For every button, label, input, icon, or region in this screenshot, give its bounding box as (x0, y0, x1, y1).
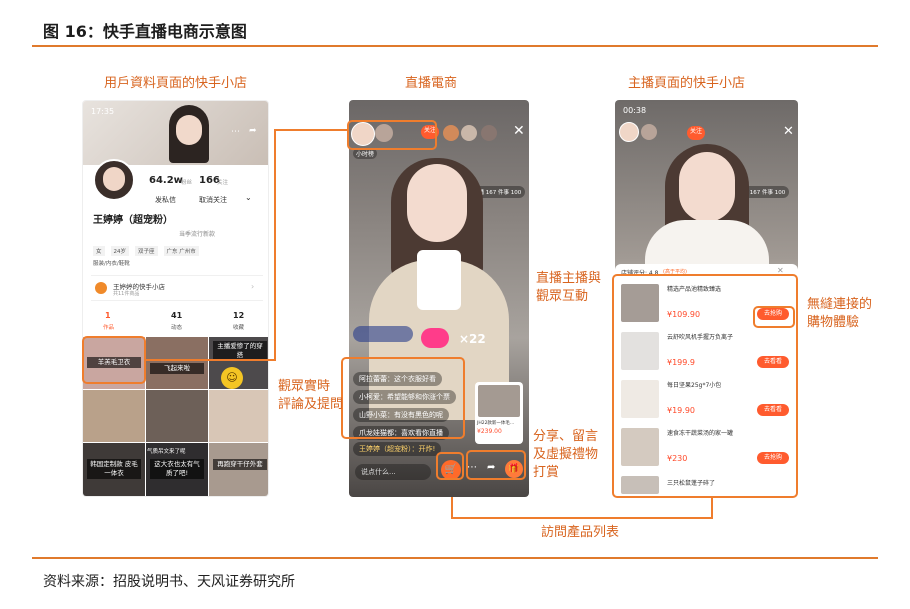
tab-works-label[interactable]: 作品 (103, 323, 114, 331)
tab-moments-count[interactable]: 41 (171, 311, 182, 320)
viewer-avatar[interactable] (461, 125, 477, 141)
tab-moments-label[interactable]: 动态 (171, 323, 182, 331)
highlight-box-host (347, 120, 437, 150)
gift-banner (353, 326, 413, 342)
tab-favs-count[interactable]: 12 (233, 311, 244, 320)
annotation-share: 分享、留言 及虛擬禮物 打賞 (533, 428, 598, 482)
message-button[interactable]: 发私信 (155, 195, 176, 205)
left-phone-screenshot: 17:35 ⋯ ➦ 64.2w 粉丝 166 关注 发私信 取消关注 ⌄ 王婷婷… (82, 100, 269, 497)
tab-favs-label[interactable]: 收藏 (233, 323, 244, 331)
viewer-avatar[interactable] (481, 125, 497, 141)
figure-title: 图 16：快手直播电商示意图 (43, 22, 247, 41)
host-avatar[interactable] (619, 122, 639, 142)
grid-video-caption: 这大衣也太有气质了吧! (150, 459, 204, 479)
product-card[interactable]: JH22款新一体毛... ¥239.00 (475, 382, 523, 444)
tag-sign: 双子座 (135, 246, 158, 256)
grid-video-caption: 韩国定制款 皮毛一体衣 (87, 459, 141, 479)
source-note: 资料来源：招股说明书、天风证券研究所 (43, 574, 295, 590)
grid-video-caption: 主播爱惨了的穿搭 (213, 341, 267, 361)
annotation-line: 觀眾實時 (278, 379, 331, 394)
profile-cover: 17:35 ⋯ ➦ (83, 101, 268, 165)
grid-caption-extra: 气质吊文来了呢 (147, 449, 186, 455)
annotation-line: 觀眾互動 (536, 289, 589, 304)
heart-icon (421, 328, 449, 348)
followers-count: 64.2w (149, 175, 183, 186)
shop-sub: 共11件商品 (113, 291, 140, 297)
annotation-line: 分享、留言 (533, 429, 599, 444)
status-time: 17:35 (91, 107, 115, 116)
profile-tags: 女 24岁 双子座 广东 广州市 (93, 246, 199, 256)
cover-face (176, 115, 202, 145)
chevron-right-icon: › (251, 282, 255, 291)
viewer-avatar[interactable] (641, 124, 657, 140)
product-name: JH22款新一体毛... (477, 421, 515, 426)
host-sweater (417, 250, 461, 310)
close-icon[interactable]: ✕ (783, 124, 794, 139)
grid-video[interactable]: 韩国定制款 皮毛一体衣 (83, 443, 145, 496)
annotation-visit-list: 訪問產品列表 (541, 525, 620, 540)
grid-video-caption: 再跑穿干仔外套 (213, 459, 267, 470)
annotation-seamless: 無縫連接的 購物體驗 (807, 296, 872, 332)
status-time: 00:38 (623, 106, 647, 115)
unfollow-button[interactable]: 取消关注 (199, 195, 227, 205)
host-face (679, 152, 735, 222)
tab-works-count[interactable]: 1 (105, 311, 111, 320)
tag-category: 服装/内衣/鞋靴 (93, 261, 130, 267)
header-rule (32, 45, 878, 47)
highlight-box-share (466, 450, 526, 480)
tag-age: 24岁 (110, 246, 130, 256)
annotation-line: 購物體驗 (807, 315, 860, 330)
grid-video[interactable] (146, 390, 208, 442)
footer-rule (32, 557, 878, 559)
annotation-line: 直播主播與 (536, 271, 602, 286)
highlight-box-cart (436, 452, 464, 480)
follow-button[interactable]: 关注 (687, 126, 705, 140)
close-icon[interactable]: ✕ (513, 123, 525, 139)
grid-video[interactable]: 飞起来啦 (146, 337, 208, 389)
more-icon[interactable]: ⋯ (231, 127, 240, 137)
product-price: ¥239.00 (477, 428, 502, 435)
profile-tabs: 1 作品 41 动态 12 收藏 (83, 309, 268, 335)
viewer-avatar[interactable] (443, 125, 459, 141)
shop-icon (95, 282, 107, 294)
smiley-icon: ☺ (221, 367, 243, 389)
caption-middle: 直播電商 (405, 76, 458, 91)
host-comment: 王婷婷（超宠粉）：开炸! (353, 442, 442, 456)
profile-bio: 当季流行新款 (179, 231, 216, 238)
avatar-face (103, 167, 125, 191)
like-count: ×22 (459, 332, 486, 346)
shop-entry[interactable]: 王婷婷的快手小店 共11件商品 › (91, 275, 263, 301)
annotation-line: 打賞 (533, 465, 560, 480)
product-thumb (478, 385, 520, 417)
profile-name: 王婷婷（超宠粉） (93, 215, 173, 226)
annotation-interaction: 直播主播與 觀眾互動 (536, 270, 601, 306)
chevron-down-icon[interactable]: ⌄ (245, 193, 252, 202)
followers-unit: 粉丝 (181, 180, 193, 186)
annotation-comments: 觀眾實時 評論及提問 (278, 378, 343, 414)
host-face (407, 164, 467, 242)
grid-video[interactable]: 再跑穿干仔外套 (209, 443, 268, 496)
annotation-line: 及虛擬禮物 (533, 447, 599, 462)
highlight-box-buy (753, 306, 795, 328)
caption-left: 用戶資料頁面的快手小店 (104, 76, 248, 91)
annotation-line: 評論及提問 (278, 397, 344, 412)
following-unit: 关注 (217, 180, 229, 186)
grid-video-caption: 飞起来啦 (150, 363, 204, 374)
tag-gender: 女 (93, 246, 105, 256)
tag-city: 广东 广州市 (163, 246, 199, 256)
caption-right: 主播頁面的快手小店 (628, 76, 746, 91)
highlight-box-video (82, 336, 146, 384)
comment-input[interactable]: 说点什么... (355, 464, 431, 480)
grid-video[interactable] (209, 390, 268, 442)
annotation-line: 無縫連接的 (807, 297, 873, 312)
grid-video[interactable] (83, 390, 145, 442)
highlight-box-comments (341, 357, 465, 439)
share-icon[interactable]: ➦ (249, 126, 257, 136)
